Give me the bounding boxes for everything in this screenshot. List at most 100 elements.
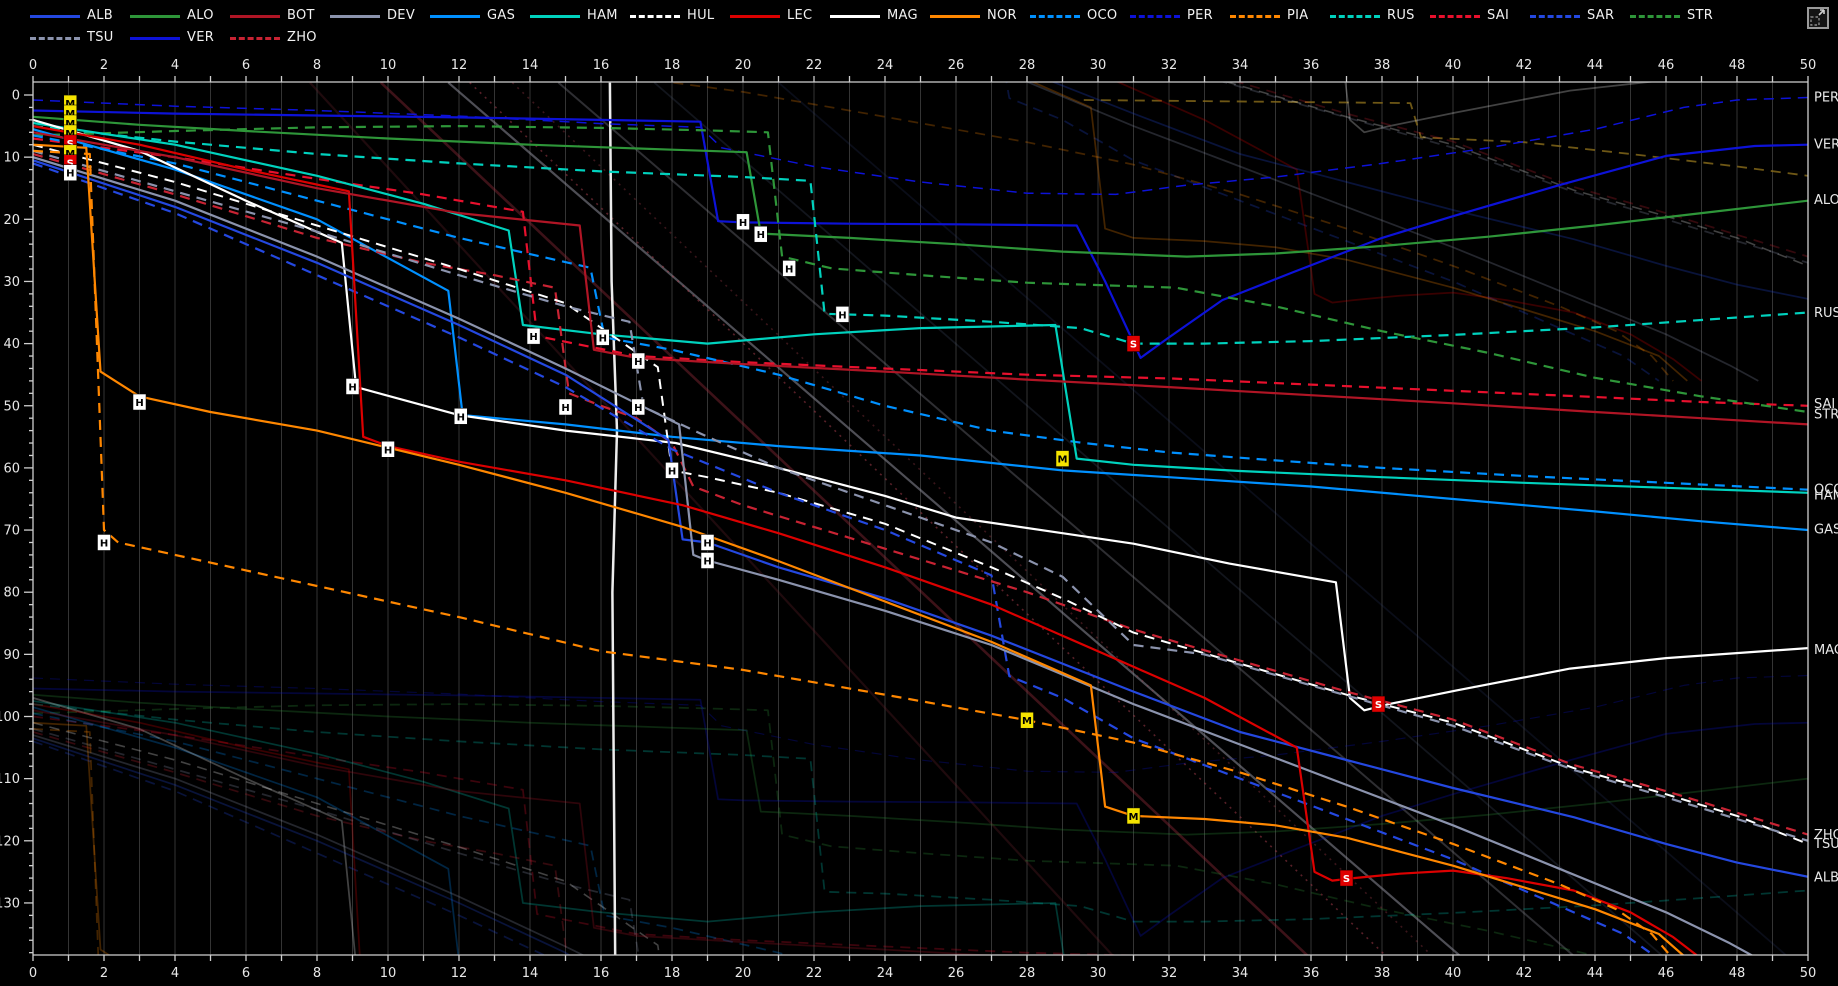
right-driver-label-ALB: ALB <box>1814 870 1838 885</box>
x-top-tick-label: 40 <box>1445 58 1462 73</box>
legend-item-ALB[interactable]: ALB <box>30 5 130 27</box>
svg-text:H: H <box>703 557 711 568</box>
legend-line-sample <box>1230 15 1280 18</box>
x-bottom-tick-label: 34 <box>1232 966 1249 981</box>
y-tick-label: 100 <box>0 710 20 725</box>
pit-stop-marker-MAG: S <box>1372 696 1385 712</box>
svg-text:S: S <box>1343 874 1350 885</box>
y-tick-label: 50 <box>3 399 20 414</box>
legend-driver-label: STR <box>1687 5 1713 27</box>
legend-line-sample <box>230 37 280 40</box>
pit-stop-marker-ALO: H <box>754 226 767 242</box>
legend-line-sample <box>430 15 480 18</box>
x-top-tick-label: 12 <box>451 58 468 73</box>
x-top-tick-label: 48 <box>1729 58 1746 73</box>
legend-item-DEV[interactable]: DEV <box>330 5 430 27</box>
y-tick-label: 90 <box>3 648 20 663</box>
lap-chart-plot[interactable]: MMMMSMSHHHHHHHHHHHHHHHHHHMMMSSS002244668… <box>0 0 1838 986</box>
legend-item-RUS[interactable]: RUS <box>1330 5 1430 27</box>
olive-ghost-trace <box>1084 100 1808 176</box>
x-bottom-tick-label: 36 <box>1303 966 1320 981</box>
legend-driver-label: ZHO <box>287 27 317 49</box>
x-top-tick-label: 16 <box>593 58 610 73</box>
pit-stop-marker-BOT: H <box>632 353 645 369</box>
legend-item-BOT[interactable]: BOT <box>230 5 330 27</box>
legend-item-NOR[interactable]: NOR <box>930 5 1030 27</box>
pit-stop-marker-RUS: H <box>836 306 849 322</box>
pit-stop-marker-MAG: H <box>346 378 359 394</box>
x-bottom-tick-label: 18 <box>664 966 681 981</box>
x-bottom-tick-label: 20 <box>735 966 752 981</box>
legend-item-SAI[interactable]: SAI <box>1430 5 1530 27</box>
x-bottom-tick-label: 30 <box>1090 966 1107 981</box>
chart-legend[interactable]: ALB ALO BOTDEVGAS HAM HUL LEC MAG NOR OCOPER PIA R… <box>30 5 1736 49</box>
legend-item-HAM[interactable]: HAM <box>530 5 630 27</box>
x-bottom-tick-label: 38 <box>1374 966 1391 981</box>
svg-text:H: H <box>634 357 642 368</box>
x-bottom-tick-label: 10 <box>380 966 397 981</box>
svg-text:H: H <box>561 403 569 414</box>
trace-DEV <box>33 157 1758 959</box>
x-top-tick-label: 50 <box>1800 58 1817 73</box>
legend-driver-label: ALO <box>187 5 214 27</box>
pit-stop-marker-GAS: H <box>454 408 467 424</box>
x-top-tick-label: 42 <box>1516 58 1533 73</box>
x-top-tick-label: 44 <box>1587 58 1604 73</box>
auto-range-icon[interactable] <box>1806 6 1830 30</box>
pit-stop-marker-NOR: M <box>1127 808 1140 824</box>
x-top-tick-label: 24 <box>877 58 894 73</box>
svg-text:H: H <box>529 332 537 343</box>
background-diagonal-traces <box>310 83 1808 959</box>
right-driver-label-RUS: RUS <box>1814 306 1838 321</box>
legend-driver-label: SAR <box>1587 5 1614 27</box>
legend-line-sample <box>30 15 80 18</box>
x-bottom-tick-label: 12 <box>451 966 468 981</box>
svg-text:H: H <box>757 230 765 241</box>
legend-item-STR[interactable]: STR <box>1630 5 1730 27</box>
svg-text:H: H <box>100 538 108 549</box>
legend-driver-label: LEC <box>787 5 812 27</box>
legend-item-MAG[interactable]: MAG <box>830 5 930 27</box>
pit-stop-marker-STR: H <box>783 260 796 276</box>
legend-item-PIA[interactable]: PIA <box>1230 5 1330 27</box>
svg-text:S: S <box>1375 700 1382 711</box>
y-tick-label: 20 <box>3 213 20 228</box>
x-top-tick-label: 4 <box>171 58 179 73</box>
x-top-tick-label: 14 <box>522 58 539 73</box>
pit-stop-marker-TSU: H <box>632 399 645 415</box>
x-top-tick-label: 10 <box>380 58 397 73</box>
x-bottom-tick-label: 24 <box>877 966 894 981</box>
svg-text:M: M <box>1022 716 1032 727</box>
legend-driver-label: HAM <box>587 5 618 27</box>
legend-line-sample <box>130 15 180 18</box>
legend-line-sample <box>230 15 280 18</box>
legend-item-OCO[interactable]: OCO <box>1030 5 1130 27</box>
x-top-tick-label: 20 <box>735 58 752 73</box>
y-tick-label: 0 <box>12 89 20 104</box>
legend-item-ALO[interactable]: ALO <box>130 5 230 27</box>
legend-item-TSU[interactable]: TSU <box>30 27 130 49</box>
svg-text:M: M <box>1129 812 1139 823</box>
pit-stop-marker-RUS: S <box>1127 336 1140 352</box>
y-tick-label: 60 <box>3 461 20 476</box>
svg-text:H: H <box>457 412 465 423</box>
legend-line-sample <box>1330 15 1380 18</box>
y-tick-label: 80 <box>3 586 20 601</box>
legend-line-sample <box>30 37 80 40</box>
legend-item-SAR[interactable]: SAR <box>1530 5 1630 27</box>
legend-item-HUL[interactable]: HUL <box>630 5 730 27</box>
legend-driver-label: PIA <box>1287 5 1308 27</box>
legend-line-sample <box>830 15 880 18</box>
legend-item-ZHO[interactable]: ZHO <box>230 27 330 49</box>
x-bottom-tick-label: 44 <box>1587 966 1604 981</box>
pit-stop-marker-HUL: H <box>666 462 679 478</box>
legend-item-PER[interactable]: PER <box>1130 5 1230 27</box>
right-driver-label-MAG: MAG <box>1814 643 1838 658</box>
legend-item-GAS[interactable]: GAS <box>430 5 530 27</box>
start-tyre-marker: H <box>64 165 77 181</box>
legend-item-VER[interactable]: VER <box>130 27 230 49</box>
x-bottom-tick-label: 22 <box>806 966 823 981</box>
legend-driver-label: NOR <box>987 5 1017 27</box>
legend-line-sample <box>1530 15 1580 18</box>
legend-item-LEC[interactable]: LEC <box>730 5 830 27</box>
